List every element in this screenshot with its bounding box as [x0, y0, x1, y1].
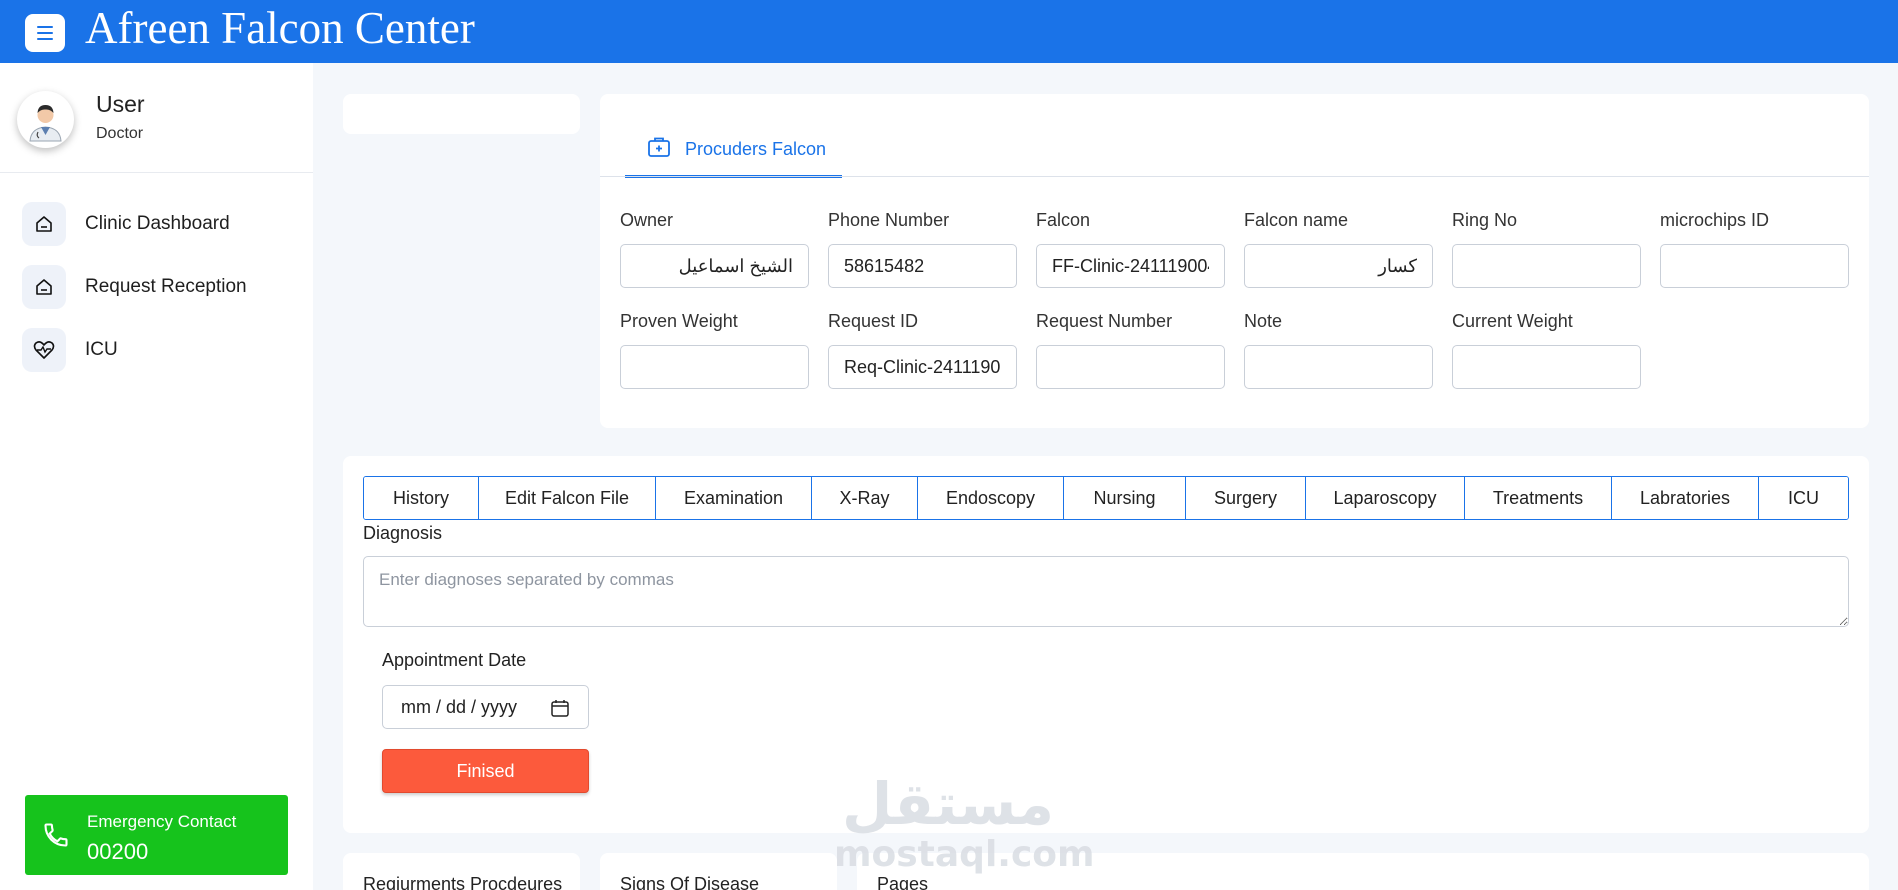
user-name: User	[96, 91, 145, 117]
tab-label: Procuders Falcon	[685, 139, 827, 159]
watermark-latin: mostaql.com	[834, 834, 1095, 875]
doctor-avatar	[17, 91, 74, 148]
calendar-icon[interactable]	[550, 698, 570, 723]
tab-x-ray[interactable]: X-Ray	[812, 477, 918, 519]
current-weight-field[interactable]	[1452, 345, 1641, 389]
tab-nursing[interactable]: Nursing	[1064, 477, 1186, 519]
home-icon	[22, 202, 66, 246]
phone-label: Phone Number	[828, 210, 950, 230]
appointment-date-label: Appointment Date	[382, 650, 527, 670]
date-placeholder: mm / dd / yyyy	[401, 697, 518, 717]
owner-label: Owner	[620, 210, 674, 230]
user-profile: User Doctor	[0, 63, 313, 173]
diagnosis-label: Diagnosis	[363, 523, 443, 543]
sidebar-item-label: ICU	[85, 339, 118, 360]
tab-edit-falcon-file[interactable]: Edit Falcon File	[479, 477, 656, 519]
watermark-arabic: مستقل	[841, 770, 1055, 838]
request-id-field[interactable]	[828, 345, 1017, 389]
proven-weight-label: Proven Weight	[620, 311, 738, 331]
tab-procuders-falcon[interactable]: Procuders Falcon	[625, 124, 842, 178]
proven-weight-field[interactable]	[620, 345, 809, 389]
request-number-label: Request Number	[1036, 311, 1173, 331]
tab-strip: History Edit Falcon File Examination X-R…	[363, 476, 1849, 520]
current-weight-label: Current Weight	[1452, 311, 1573, 331]
tab-treatments[interactable]: Treatments	[1465, 477, 1612, 519]
hamburger-icon	[37, 26, 53, 40]
sidebar-item-label: Clinic Dashboard	[85, 213, 230, 234]
ring-no-field[interactable]	[1452, 244, 1641, 288]
side-card	[343, 94, 580, 134]
treatment-tabs-card: History Edit Falcon File Examination X-R…	[343, 456, 1869, 833]
note-label: Note	[1244, 311, 1283, 331]
microchips-field[interactable]	[1660, 244, 1849, 288]
divider	[600, 176, 1869, 177]
tab-icu[interactable]: ICU	[1759, 477, 1848, 519]
app-title: Afreen Falcon Center	[85, 3, 475, 53]
microchips-label: microchips ID	[1660, 210, 1770, 230]
owner-field[interactable]	[620, 244, 809, 288]
ring-no-label: Ring No	[1452, 210, 1518, 230]
user-role: Doctor	[96, 125, 144, 142]
sidebar: User Doctor Clinic Dashboard Request Rec…	[0, 63, 313, 890]
sidebar-item-clinic-dashboard[interactable]: Clinic Dashboard	[22, 201, 292, 247]
finish-button[interactable]: Finised	[382, 749, 589, 793]
watermark: مستقل mostaql.com	[828, 770, 1095, 890]
request-number-field[interactable]	[1036, 345, 1225, 389]
falcon-name-field[interactable]	[1244, 244, 1433, 288]
home-icon	[22, 265, 66, 309]
note-field[interactable]	[1244, 345, 1433, 389]
tab-endoscopy[interactable]: Endoscopy	[918, 477, 1064, 519]
tab-examination[interactable]: Examination	[656, 477, 812, 519]
requirements-procedures-title: Reqiurments Procdeures	[363, 874, 563, 890]
sidebar-item-icu[interactable]: ICU	[22, 327, 292, 373]
tab-surgery[interactable]: Surgery	[1186, 477, 1306, 519]
falcon-label: Falcon	[1036, 210, 1091, 230]
emergency-contact-label: Emergency Contact	[87, 812, 237, 831]
sidebar-item-label: Request Reception	[85, 276, 247, 297]
emergency-contact-number: 00200	[87, 839, 149, 864]
diagnosis-input[interactable]	[363, 556, 1849, 627]
falcon-info-card: Procuders Falcon Owner Phone Number Falc…	[600, 94, 1869, 428]
sidebar-item-request-reception[interactable]: Request Reception	[22, 264, 292, 310]
medical-kit-icon	[647, 135, 671, 164]
top-bar: Afreen Falcon Center	[0, 0, 1898, 63]
request-id-label: Request ID	[828, 311, 919, 331]
falcon-field[interactable]	[1036, 244, 1225, 288]
phone-field[interactable]	[828, 244, 1017, 288]
heart-pulse-icon	[22, 328, 66, 372]
signs-of-disease-card: Signs Of Disease	[600, 853, 837, 890]
tab-labratories[interactable]: Labratories	[1612, 477, 1759, 519]
appointment-date-input[interactable]: mm / dd / yyyy	[382, 685, 589, 729]
requirements-procedures-card: Reqiurments Procdeures	[343, 853, 580, 890]
signs-of-disease-title: Signs Of Disease	[620, 874, 760, 890]
hamburger-menu-button[interactable]	[25, 14, 65, 52]
emergency-contact-button[interactable]: Emergency Contact 00200	[25, 795, 288, 875]
tab-history[interactable]: History	[364, 477, 479, 519]
falcon-name-label: Falcon name	[1244, 210, 1349, 230]
tab-laparoscopy[interactable]: Laparoscopy	[1306, 477, 1465, 519]
phone-icon	[42, 821, 70, 854]
